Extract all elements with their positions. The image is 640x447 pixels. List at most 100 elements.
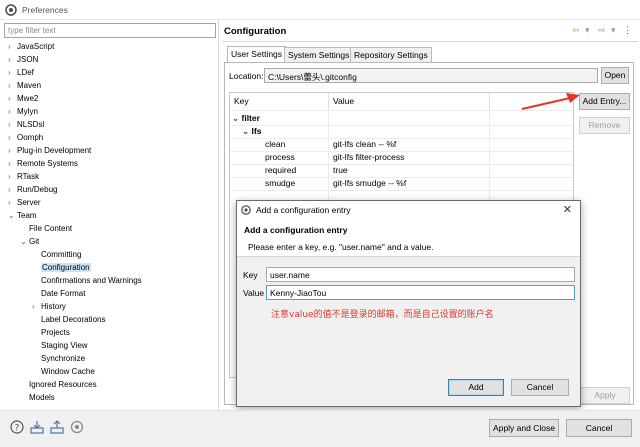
expand-icon[interactable]: ⌄ xyxy=(242,126,249,136)
chevron-down-icon[interactable]: ⌄ xyxy=(8,209,17,222)
row-line xyxy=(230,190,573,191)
chevron-right-icon[interactable]: › xyxy=(8,170,17,183)
tree-item[interactable]: › Server xyxy=(8,196,41,209)
import-icon[interactable] xyxy=(30,420,44,434)
tree-item[interactable]: › RTask xyxy=(8,170,39,183)
chevron-down-icon[interactable]: ⌄ xyxy=(20,235,29,248)
open-button[interactable]: Open xyxy=(601,67,629,84)
tree-item[interactable]: › JavaScript xyxy=(8,40,54,53)
tree-item[interactable]: Projects xyxy=(32,326,70,339)
chevron-right-icon[interactable]: › xyxy=(8,66,17,79)
tree-item[interactable]: ⌄ Team xyxy=(8,209,37,222)
tree-item[interactable]: Configuration xyxy=(32,261,91,274)
header-separator xyxy=(222,41,638,42)
chevron-right-icon[interactable]: › xyxy=(8,183,17,196)
add-button[interactable]: Add xyxy=(448,379,504,396)
tree-item[interactable]: Staging View xyxy=(32,339,88,352)
help-icon[interactable]: ? xyxy=(10,420,24,434)
tree-item-label: Server xyxy=(17,198,41,207)
tree-item[interactable]: Confirmations and Warnings xyxy=(32,274,142,287)
tree-item[interactable]: Committing xyxy=(32,248,81,261)
settings-transfer-icon[interactable] xyxy=(70,420,84,434)
tree-item-label: NLSDsl xyxy=(17,120,45,129)
table-row-value[interactable]: git-lfs clean -- %f xyxy=(333,138,396,151)
tree-item[interactable]: › Mylyn xyxy=(8,105,38,118)
tree-item[interactable]: › Remote Systems xyxy=(8,157,78,170)
value-input-value: Kenny-JiaoTou xyxy=(270,288,327,298)
tree-item-label: Remote Systems xyxy=(17,159,78,168)
expand-icon[interactable]: ⌄ xyxy=(232,113,239,123)
chevron-right-icon[interactable]: › xyxy=(8,105,17,118)
dialog-heading: Add a configuration entry xyxy=(244,225,348,235)
tab-user-settings[interactable]: User Settings xyxy=(227,46,287,63)
remove-button[interactable]: Remove xyxy=(579,117,630,134)
chevron-right-icon[interactable]: › xyxy=(32,300,41,313)
tab-repository-settings[interactable]: Repository Settings xyxy=(350,47,432,62)
forward-dropdown-icon[interactable]: ▾ xyxy=(611,25,616,36)
tree-item-label: Oomph xyxy=(17,133,44,142)
tree-item[interactable]: Window Cache xyxy=(32,365,95,378)
chevron-right-icon[interactable]: › xyxy=(8,131,17,144)
tree-item[interactable]: › JSON xyxy=(8,53,38,66)
chevron-right-icon[interactable]: › xyxy=(8,118,17,131)
preference-tree[interactable]: › JavaScript › JSON › LDef › Maven › Mwe2 › Mylyn › N… xyxy=(0,40,217,410)
table-row-value[interactable]: git-lfs filter-process xyxy=(333,151,404,164)
table-row-key[interactable]: clean xyxy=(265,138,285,151)
tree-item[interactable]: Models xyxy=(20,391,55,404)
apply-button[interactable]: Apply xyxy=(580,387,630,404)
key-input[interactable]: user.name xyxy=(266,267,575,282)
cancel-button[interactable]: Cancel xyxy=(566,419,632,437)
tree-item[interactable]: File Content xyxy=(20,222,72,235)
table-row-key[interactable]: required xyxy=(265,164,296,177)
tree-item[interactable]: Synchronize xyxy=(32,352,85,365)
value-input[interactable]: Kenny-JiaoTou xyxy=(266,285,575,300)
tree-item[interactable]: › Mwe2 xyxy=(8,92,38,105)
tree-item[interactable]: ⌄ Git xyxy=(20,235,39,248)
row-line xyxy=(230,125,573,126)
section-row-lfs[interactable]: ⌄ lfs xyxy=(242,125,261,138)
bottom-bar: ? Apply and Close Cancel xyxy=(0,410,640,447)
column-header-key[interactable]: Key xyxy=(230,93,328,110)
table-row-key[interactable]: process xyxy=(265,151,295,164)
dialog-title: Add a configuration entry xyxy=(256,205,351,215)
close-icon[interactable]: ✕ xyxy=(563,203,572,216)
chevron-right-icon[interactable]: › xyxy=(8,196,17,209)
table-row-value[interactable]: true xyxy=(333,164,348,177)
tree-item[interactable]: › Maven xyxy=(8,79,41,92)
view-menu-icon[interactable]: ⋮ xyxy=(623,25,632,36)
dialog-cancel-button[interactable]: Cancel xyxy=(511,379,569,396)
tree-item[interactable]: › Plug-in Development xyxy=(8,144,91,157)
section-row-filter[interactable]: ⌄ filter xyxy=(232,112,260,125)
chevron-right-icon[interactable]: › xyxy=(8,53,17,66)
chevron-right-icon[interactable]: › xyxy=(8,79,17,92)
column-header-value[interactable]: Value xyxy=(329,93,489,110)
panel-divider[interactable] xyxy=(218,20,219,410)
chevron-right-icon[interactable]: › xyxy=(8,40,17,53)
tree-item[interactable]: Date Format xyxy=(32,287,85,300)
export-icon[interactable] xyxy=(50,420,64,434)
table-row-value[interactable]: git-lfs smudge -- %f xyxy=(333,177,406,190)
chevron-right-icon[interactable]: › xyxy=(8,144,17,157)
key-input-value: user.name xyxy=(270,270,310,280)
tree-item[interactable]: Label Decorations xyxy=(32,313,105,326)
tree-item[interactable]: › LDef xyxy=(8,66,34,79)
tree-item[interactable]: › Oomph xyxy=(8,131,43,144)
tree-item[interactable]: Ignored Resources xyxy=(20,378,97,391)
tab-system-settings[interactable]: System Settings xyxy=(284,47,354,62)
table-row-key[interactable]: smudge xyxy=(265,177,295,190)
forward-arrow-icon[interactable]: ⇨ xyxy=(598,25,606,36)
tree-item[interactable]: › NLSDsl xyxy=(8,118,44,131)
apply-and-close-button[interactable]: Apply and Close xyxy=(489,419,559,437)
tree-item[interactable]: › History xyxy=(32,300,66,313)
tree-item-label: Maven xyxy=(17,81,42,90)
back-dropdown-icon[interactable]: ▾ xyxy=(585,25,590,36)
location-value: C:\Users\蕾头\.gitconfig xyxy=(268,72,357,82)
tree-item-label: Mylyn xyxy=(17,107,38,116)
back-arrow-icon[interactable]: ⇦ xyxy=(572,25,580,36)
tree-item[interactable]: › Run/Debug xyxy=(8,183,57,196)
chevron-right-icon[interactable]: › xyxy=(8,92,17,105)
tree-item-label: RTask xyxy=(17,172,40,181)
add-entry-button[interactable]: Add Entry... xyxy=(579,93,630,110)
filter-input[interactable]: type filter text xyxy=(4,23,216,38)
chevron-right-icon[interactable]: › xyxy=(8,157,17,170)
